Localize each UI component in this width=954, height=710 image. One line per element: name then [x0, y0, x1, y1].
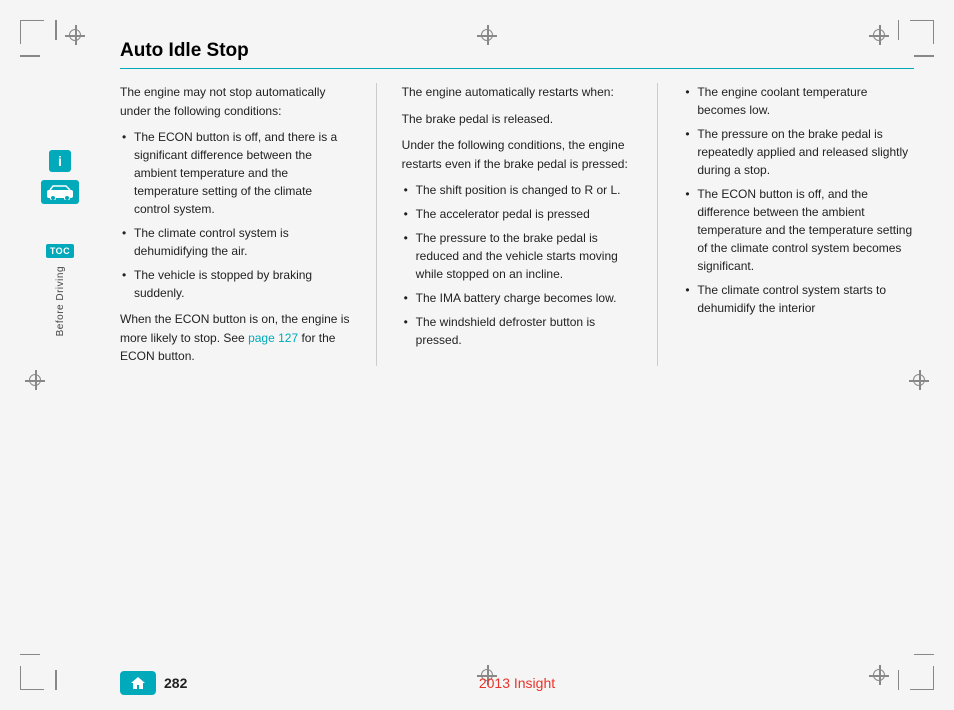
- list-item: The accelerator pedal is pressed: [402, 205, 633, 223]
- col3-bullet-list: The engine coolant temperature becomes l…: [683, 83, 914, 317]
- footer: 282 2013 Insight: [100, 671, 934, 695]
- column-2: The engine automatically restarts when: …: [402, 83, 633, 366]
- column-3: The engine coolant temperature becomes l…: [683, 83, 914, 366]
- info-icon: i: [49, 150, 71, 172]
- page-title: Auto Idle Stop: [120, 40, 914, 62]
- list-item: The shift position is changed to R or L.: [402, 181, 633, 199]
- col1-footer: When the ECON button is on, the engine i…: [120, 310, 351, 366]
- page-number: 282: [164, 675, 187, 691]
- list-item: The ECON button is off, and the differen…: [683, 185, 914, 275]
- list-item: The IMA battery charge becomes low.: [402, 289, 633, 307]
- columns-container: The engine may not stop automatically un…: [120, 83, 914, 366]
- list-item: The climate control system starts to deh…: [683, 281, 914, 317]
- sidebar: i TOC Before Driving: [20, 20, 100, 690]
- before-driving-label: Before Driving: [55, 266, 66, 336]
- main-content: Auto Idle Stop The engine may not stop a…: [100, 20, 934, 690]
- col1-bullet-list: The ECON button is off, and there is a s…: [120, 128, 351, 302]
- col2-bullet-list: The shift position is changed to R or L.…: [402, 181, 633, 349]
- title-section: Auto Idle Stop: [120, 40, 914, 69]
- list-item: The ECON button is off, and there is a s…: [120, 128, 351, 218]
- page-127-link[interactable]: page 127: [248, 331, 298, 345]
- list-item: The climate control system is dehumidify…: [120, 224, 351, 260]
- col2-intro: The engine automatically restarts when: …: [402, 83, 633, 173]
- col1-intro: The engine may not stop automatically un…: [120, 83, 351, 120]
- home-button[interactable]: [120, 671, 156, 695]
- col-divider-2: [657, 83, 658, 366]
- list-item: The windshield defroster button is press…: [402, 313, 633, 349]
- column-1: The engine may not stop automatically un…: [120, 83, 351, 366]
- list-item: The engine coolant temperature becomes l…: [683, 83, 914, 119]
- list-item: The vehicle is stopped by braking sudden…: [120, 266, 351, 302]
- col-divider-1: [376, 83, 377, 366]
- book-title: 2013 Insight: [479, 675, 555, 691]
- list-item: The pressure on the brake pedal is repea…: [683, 125, 914, 179]
- car-icon: [41, 180, 79, 204]
- toc-badge[interactable]: TOC: [46, 244, 74, 258]
- list-item: The pressure to the brake pedal is reduc…: [402, 229, 633, 283]
